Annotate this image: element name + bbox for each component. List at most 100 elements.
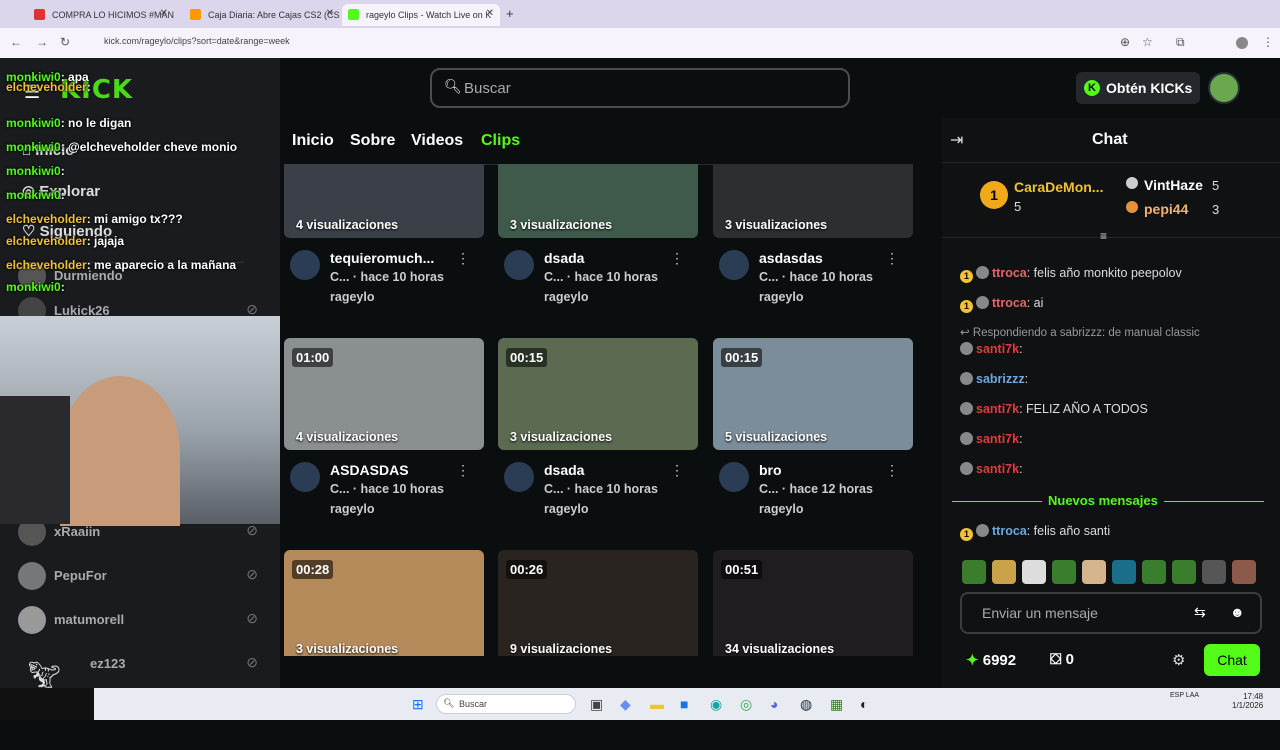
emote-icon[interactable]	[962, 560, 986, 584]
extensions-icon[interactable]: ⧉	[1176, 35, 1185, 50]
gifts-balance[interactable]: ⛋ 0	[1050, 651, 1074, 668]
emote-icon[interactable]	[1202, 560, 1226, 584]
clip-thumbnail[interactable]: 00:51 34 visualizaciones	[713, 550, 913, 656]
profile-avatar[interactable]	[1208, 72, 1240, 104]
clip-author[interactable]: rageylo	[330, 502, 374, 516]
more-options-icon[interactable]: ⋮	[885, 462, 899, 479]
steam-icon[interactable]: ◍	[800, 696, 812, 713]
channel-avatar[interactable]	[719, 462, 749, 492]
clip-thumbnail[interactable]: 00:15 3 visualizaciones	[498, 338, 698, 450]
clip-title[interactable]: tequieromuch...	[330, 250, 450, 266]
clip-title[interactable]: dsada	[544, 250, 664, 266]
profile-icon[interactable]	[1236, 37, 1248, 49]
channel-avatar[interactable]	[290, 462, 320, 492]
taskbar-search[interactable]: 🔍︎ Buscar	[436, 694, 576, 714]
collapse-chat-icon[interactable]: ⇥	[950, 130, 963, 150]
emote-icon[interactable]	[1052, 560, 1076, 584]
chat-username[interactable]: santi7k	[976, 432, 1019, 446]
clock[interactable]: 17:48 1/1/2026	[1232, 692, 1263, 710]
tab-sobre[interactable]: Sobre	[350, 132, 395, 150]
translate-icon[interactable]: ⇆	[1194, 604, 1206, 621]
bookmark-icon[interactable]: ☆	[1142, 35, 1153, 49]
emoji-icon[interactable]: ☻	[1230, 604, 1245, 620]
language-indicator[interactable]: ESP LAA	[1170, 692, 1199, 699]
search-input[interactable]: 🔍︎ Buscar	[430, 68, 850, 108]
clip-card[interactable]: 00:51 34 visualizaciones dsada	[713, 550, 913, 656]
channel-avatar[interactable]	[290, 250, 320, 280]
chat-username[interactable]: sabrizzz	[976, 372, 1025, 386]
close-icon[interactable]: ✕	[486, 8, 494, 19]
discord-icon[interactable]: ◕	[770, 696, 778, 712]
chat-username[interactable]: santi7k	[976, 462, 1019, 476]
clip-card[interactable]: 00:28 3 visualizaciones Life	[284, 550, 484, 656]
emote-icon[interactable]	[992, 560, 1016, 584]
clip-title[interactable]: bro	[759, 462, 879, 478]
chat-username[interactable]: ttroca	[992, 266, 1027, 280]
more-options-icon[interactable]: ⋮	[456, 250, 470, 267]
kicks-balance[interactable]: ✦ 6992	[966, 651, 1016, 669]
chat-username[interactable]: ttroca	[992, 296, 1027, 310]
get-kicks-button[interactable]: K Obtén KICKs	[1076, 72, 1200, 104]
clip-thumbnail[interactable]: 00:26 9 visualizaciones	[498, 550, 698, 656]
chat-username[interactable]: santi7k	[976, 402, 1019, 416]
file-explorer-icon[interactable]: ▬	[650, 696, 664, 712]
clip-title[interactable]: ASDASDAS	[330, 462, 450, 478]
clip-card[interactable]: 00:15 5 visualizaciones bro C... · hace …	[713, 338, 913, 538]
send-chat-button[interactable]: Chat	[1204, 644, 1260, 676]
new-tab-icon[interactable]: +	[506, 6, 514, 21]
expand-leaderboard-icon[interactable]: ≡	[1100, 229, 1107, 243]
clip-card[interactable]: 00:26 9 visualizaciones dsadasdas	[498, 550, 698, 656]
leaderboard-name[interactable]: pepi44	[1144, 201, 1188, 217]
clip-thumbnail[interactable]: 00:28 3 visualizaciones	[284, 550, 484, 656]
tab-clips[interactable]: Clips	[481, 132, 520, 150]
leaderboard-name[interactable]: VintHaze	[1144, 177, 1203, 193]
menu-icon[interactable]: ⋮	[1262, 35, 1274, 49]
chrome-icon[interactable]: ◎	[740, 696, 752, 713]
close-icon[interactable]: ✕	[326, 8, 334, 19]
chat-message[interactable]: santi7k:	[960, 342, 1023, 356]
clip-title[interactable]: dsada	[544, 462, 664, 478]
chat-username[interactable]: santi7k	[976, 342, 1019, 356]
chat-message[interactable]: santi7k:	[960, 432, 1023, 446]
copilot-icon[interactable]: ◆	[620, 696, 631, 713]
app-icon[interactable]: ▦	[830, 696, 843, 713]
chat-message[interactable]: 1 ttroca: ai	[960, 296, 1043, 313]
new-messages-divider[interactable]: Nuevos mensajes	[952, 493, 1264, 509]
emote-icon[interactable]	[1232, 560, 1256, 584]
chat-message[interactable]: sabrizzz:	[960, 372, 1028, 386]
channel-avatar[interactable]	[504, 250, 534, 280]
app-icon[interactable]: ◐	[860, 696, 868, 712]
more-options-icon[interactable]: ⋮	[670, 462, 684, 479]
windows-start-icon[interactable]: ⊞	[412, 696, 424, 713]
more-options-icon[interactable]: ⋮	[456, 462, 470, 479]
clip-author[interactable]: rageylo	[544, 502, 588, 516]
emote-icon[interactable]	[1022, 560, 1046, 584]
chat-message[interactable]: 1 ttroca: felis año monkito peepolov	[960, 266, 1182, 283]
emote-icon[interactable]	[1112, 560, 1136, 584]
leaderboard-name[interactable]: CaraDeMon...	[1014, 179, 1103, 195]
chat-username[interactable]: ttroca	[992, 524, 1027, 538]
more-options-icon[interactable]: ⋮	[885, 250, 899, 267]
clip-author[interactable]: rageylo	[330, 290, 374, 304]
clip-card[interactable]: 01:00 4 visualizaciones ASDASDAS C... · …	[284, 338, 484, 538]
gear-icon[interactable]: ⚙	[1172, 651, 1185, 669]
reply-context[interactable]: ↩ Respondiendo a sabrizzz: de manual cla…	[960, 325, 1200, 339]
edge-icon[interactable]: ◉	[710, 696, 722, 713]
emote-icon[interactable]	[1082, 560, 1106, 584]
chat-message[interactable]: santi7k: FELIZ AÑO A TODOS	[960, 402, 1148, 416]
channel-avatar[interactable]	[719, 250, 749, 280]
task-view-icon[interactable]: ▣	[590, 696, 603, 713]
chat-message-input[interactable]: Enviar un mensaje ⇆ ☻	[960, 592, 1262, 634]
clip-author[interactable]: rageylo	[544, 290, 588, 304]
chat-message[interactable]: santi7k:	[960, 462, 1023, 476]
tab-inicio[interactable]: Inicio	[292, 132, 334, 150]
clip-author[interactable]: rageylo	[759, 290, 803, 304]
clip-title[interactable]: asdasdas	[759, 250, 879, 266]
zoom-icon[interactable]: ⊕	[1120, 35, 1130, 49]
emote-icon[interactable]	[1142, 560, 1166, 584]
browser-tab-active[interactable]: rageylo Clips - Watch Live on K ✕	[342, 4, 500, 26]
channel-avatar[interactable]	[504, 462, 534, 492]
clip-author[interactable]: rageylo	[759, 502, 803, 516]
more-options-icon[interactable]: ⋮	[670, 250, 684, 267]
emote-icon[interactable]	[1172, 560, 1196, 584]
